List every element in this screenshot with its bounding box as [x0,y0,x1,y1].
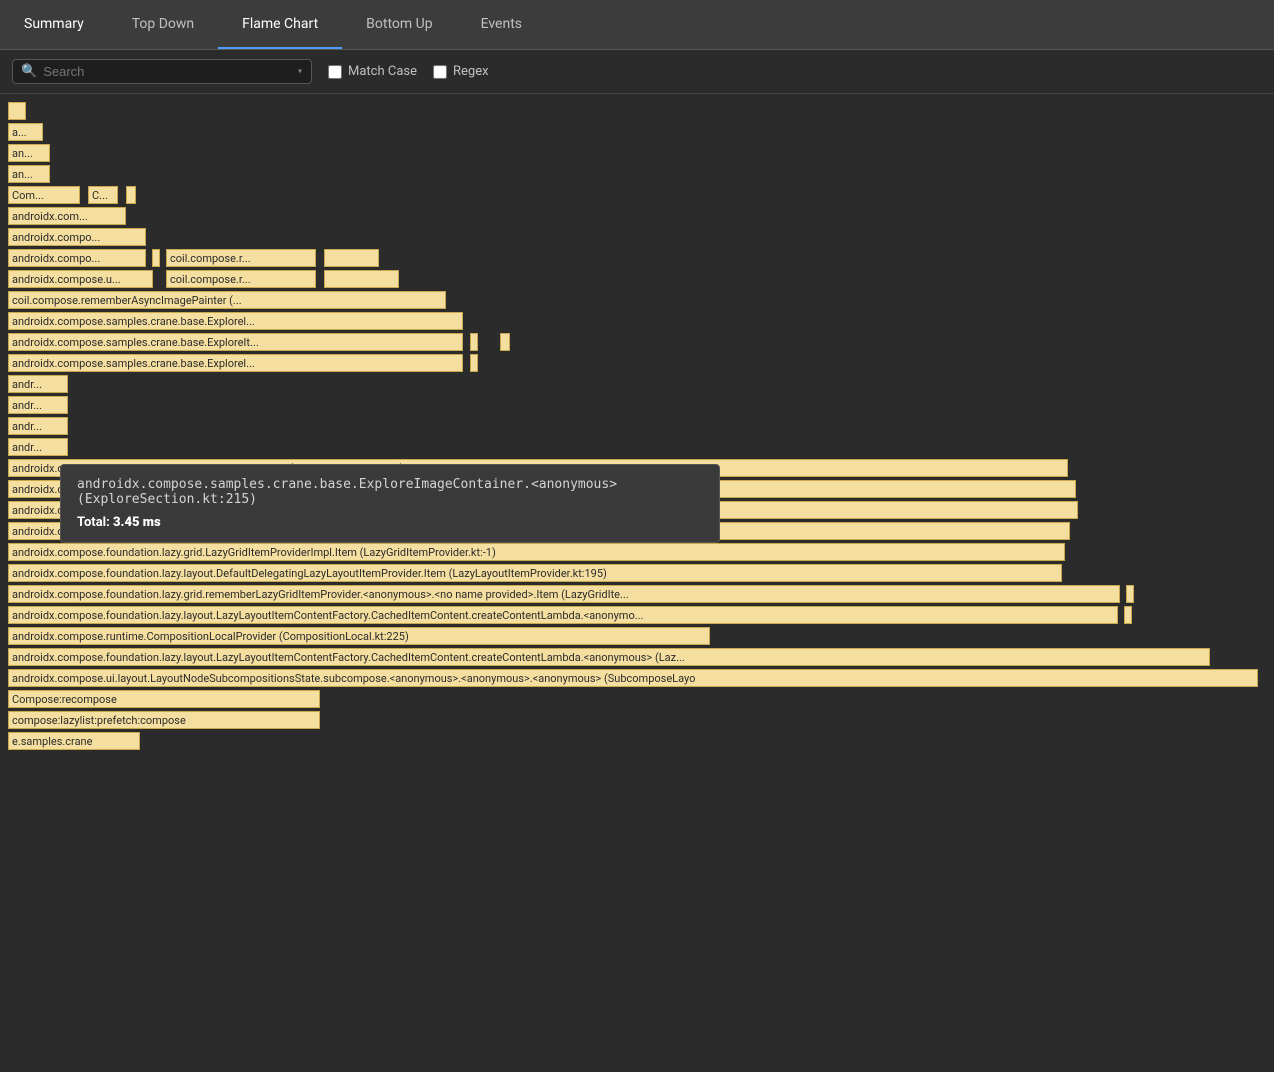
flame-row: andr... [0,417,1274,437]
flame-bar[interactable]: androidx.compose.samples.crane.base.Expl… [8,333,463,351]
flame-bar[interactable] [324,249,379,267]
flame-bar[interactable]: androidx.compose.samples.crane.base.Expl… [8,459,1068,477]
flame-row: androidx.compo... [0,228,1274,248]
flame-bar[interactable]: androidx.compo... [8,228,146,246]
flame-bar[interactable]: androidx.compose.foundation.lazy.grid.Co… [8,501,1078,519]
flame-bar[interactable]: andr... [8,417,68,435]
flame-row: a... [0,123,1274,143]
flame-bar[interactable]: coil.compose.rememberAsyncImagePainter (… [8,291,446,309]
flame-bar[interactable]: androidx.compose.foundation.lazy.layout.… [8,648,1210,666]
flame-row [0,102,1274,122]
flame-row: andr... [0,375,1274,395]
flame-row: andr... [0,396,1274,416]
flame-row: coil.compose.rememberAsyncImagePainter (… [0,291,1274,311]
flame-row: androidx.compose.ui.layout.LayoutNodeSub… [0,669,1274,689]
search-input[interactable] [43,64,291,79]
flame-row: androidx.compose.samples.crane.base.Expl… [0,312,1274,332]
flame-bar[interactable]: Com... [8,186,80,204]
regex-label[interactable]: Regex [433,64,489,79]
flame-row: androidx.compose.runtime.CompositionLoca… [0,627,1274,647]
flame-bar[interactable]: androidx.compose.foundation.lazy.layout.… [8,564,1062,582]
match-case-checkbox[interactable] [328,65,342,79]
flame-row: androidx.compose.foundation.lazy.layout.… [0,564,1274,584]
flame-bar[interactable]: androidx.compo... [8,249,146,267]
tab-summary[interactable]: Summary [0,0,108,49]
tab-bottom-up[interactable]: Bottom Up [342,0,456,49]
flame-row: androidx.compose.u... coil.compose.r... [0,270,1274,290]
flame-bar[interactable]: a... [8,123,43,141]
flame-row: androidx.compose.foundation.lazy.layout.… [0,648,1274,668]
flame-row: androidx.compose.foundation.lazy.layout.… [0,606,1274,626]
tab-top-down[interactable]: Top Down [108,0,218,49]
flame-bar[interactable]: Compose:recompose [8,690,320,708]
flame-row: androidx.com... [0,207,1274,227]
flame-bar[interactable] [152,249,160,267]
flame-row: an... [0,144,1274,164]
match-case-label[interactable]: Match Case [328,64,417,79]
flame-bar[interactable] [470,333,478,351]
flame-bar[interactable]: androidx.compose.samples.crane.base.Expl… [8,312,463,330]
flame-row: androidx.compose.samples.crane.base.Expl… [0,459,1274,479]
flame-bar[interactable] [1124,606,1132,624]
flame-row: androidx.compose.samples.crane.base.Expl… [0,354,1274,374]
flame-bar[interactable]: compose:lazylist:prefetch:compose [8,711,320,729]
flame-bar[interactable] [500,333,510,351]
flame-row: androidx.compose.samples.crane.base.Expl… [0,333,1274,353]
flame-bar[interactable]: e.samples.crane [8,732,140,750]
regex-checkbox[interactable] [433,65,447,79]
flame-row: androidx.compose.foundation.lazy.grid.La… [0,543,1274,563]
flame-bar[interactable]: androidx.compose.samples.crane.base.Expl… [8,354,463,372]
flame-row: an... [0,165,1274,185]
flame-bar[interactable]: androidx.compose.foundation.lazy.grid.re… [8,585,1120,603]
flame-bar[interactable]: androidx.compose.foundation.lazy.grid.it… [8,480,1076,498]
flame-bar[interactable]: an... [8,165,50,183]
flame-row: compose:lazylist:prefetch:compose [0,711,1274,731]
tab-events[interactable]: Events [457,0,546,49]
tab-bar: Summary Top Down Flame Chart Bottom Up E… [0,0,1274,50]
search-bar: 🔍 ▾ Match Case Regex [0,50,1274,94]
flame-bar[interactable]: androidx.compose.u... [8,270,153,288]
flame-row: androidx.compose.foundation.lazy.grid.Co… [0,501,1274,521]
flame-bar[interactable]: androidx.compose.foundation.lazy.layout.… [8,606,1118,624]
flame-row: androidx.compose.foundation.lazy.layout.… [0,522,1274,542]
regex-text: Regex [453,64,489,79]
flame-bar[interactable]: androidx.compose.ui.layout.LayoutNodeSub… [8,669,1258,687]
flame-row: androidx.compose.foundation.lazy.grid.it… [0,480,1274,500]
search-dropdown-icon[interactable]: ▾ [297,66,303,77]
flame-bar[interactable]: androidx.compose.runtime.CompositionLoca… [8,627,710,645]
flame-bar[interactable]: andr... [8,375,68,393]
flame-row: Com... C... [0,186,1274,206]
flame-row: androidx.compose.foundation.lazy.grid.re… [0,585,1274,605]
search-icon: 🔍 [21,64,37,79]
flame-bar[interactable] [324,270,399,288]
flame-bar[interactable]: an... [8,144,50,162]
flame-bar[interactable]: andr... [8,438,68,456]
flame-chart-content: a... an... an... Com... C... androidx.co… [0,94,1274,1072]
flame-bar[interactable] [8,102,26,120]
flame-row: androidx.compo... coil.compose.r... [0,249,1274,269]
flame-bar[interactable]: androidx.com... [8,207,126,225]
flame-bar[interactable]: coil.compose.r... [166,270,316,288]
flame-row: Compose:recompose [0,690,1274,710]
flame-bar[interactable] [126,186,136,204]
flame-bar[interactable]: C... [88,186,118,204]
flame-bar[interactable]: androidx.compose.foundation.lazy.layout.… [8,522,1070,540]
tab-flame-chart[interactable]: Flame Chart [218,0,342,49]
flame-bar[interactable] [1126,585,1134,603]
flame-row: andr... [0,438,1274,458]
flame-bar[interactable]: androidx.compose.foundation.lazy.grid.La… [8,543,1065,561]
search-wrapper: 🔍 ▾ [12,59,312,84]
match-case-text: Match Case [348,64,417,79]
flame-bar[interactable] [470,354,478,372]
flame-bar[interactable]: coil.compose.r... [166,249,316,267]
flame-bar[interactable]: andr... [8,396,68,414]
flame-row: e.samples.crane [0,732,1274,752]
